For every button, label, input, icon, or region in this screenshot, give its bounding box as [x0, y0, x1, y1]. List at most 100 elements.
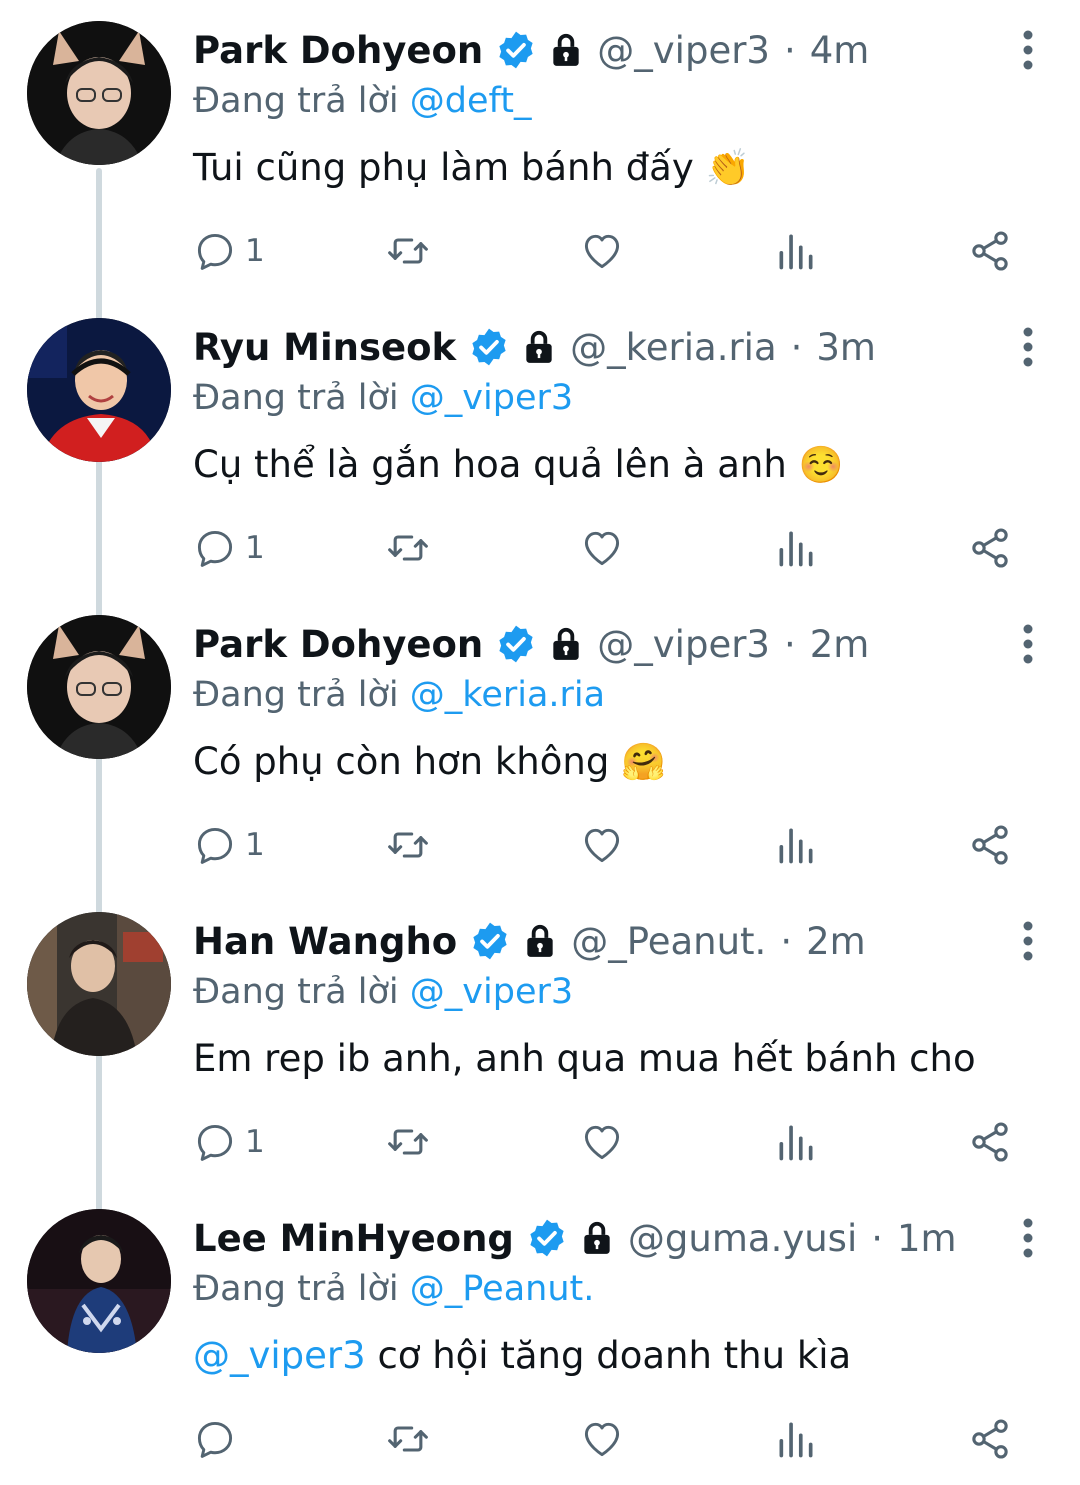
- retweet-icon: [388, 1426, 428, 1452]
- tweet-body: Cụ thể là gắn hoa quả lên à anh: [193, 443, 787, 486]
- reply-prefix: Đang trả lời: [193, 675, 399, 715]
- more-options-icon[interactable]: [1022, 327, 1034, 367]
- retweet-button[interactable]: [386, 228, 430, 274]
- avatar[interactable]: [27, 318, 171, 462]
- reply-count: 1: [245, 530, 265, 566]
- tweet-3[interactable]: Han Wangho @_Peanut. · 2m Đang trả lời @…: [0, 891, 1080, 1188]
- reply-icon: [197, 233, 233, 270]
- tweet-body: Tui cũng phụ làm bánh đấy: [193, 146, 694, 189]
- reply-button[interactable]: 1: [193, 822, 265, 868]
- retweet-button[interactable]: [386, 1119, 430, 1165]
- lock-icon: [527, 924, 553, 957]
- timestamp[interactable]: 3m: [816, 326, 876, 369]
- retweet-icon: [388, 832, 428, 858]
- reply-button[interactable]: [193, 1416, 245, 1462]
- tweet-body: Em rep ib anh, anh qua mua hết bánh cho: [193, 1037, 976, 1080]
- share-button[interactable]: [968, 525, 1012, 571]
- reply-to-mention[interactable]: @_keria.ria: [410, 675, 605, 715]
- reply-to-mention[interactable]: @_Peanut.: [410, 1269, 595, 1309]
- tweet-body: Có phụ còn hơn không: [193, 740, 610, 783]
- avatar[interactable]: [27, 21, 171, 165]
- share-icon: [972, 1419, 1008, 1459]
- reply-count: 1: [245, 1124, 265, 1160]
- verified-badge-icon: [499, 625, 533, 663]
- heart-icon: [584, 531, 620, 566]
- like-button[interactable]: [580, 822, 624, 868]
- reply-button[interactable]: 1: [193, 1119, 265, 1165]
- share-button[interactable]: [968, 1416, 1012, 1462]
- tweet-text: Em rep ib anh, anh qua mua hết bánh cho: [193, 1037, 976, 1080]
- replying-to: Đang trả lời @_viper3: [193, 972, 573, 1012]
- verified-badge-icon: [472, 328, 506, 366]
- share-button[interactable]: [968, 822, 1012, 868]
- reply-icon: [197, 530, 233, 567]
- display-name[interactable]: Park Dohyeon: [193, 29, 483, 72]
- tweet-0[interactable]: Park Dohyeon @_viper3 · 4m Đang trả lời …: [0, 0, 1080, 297]
- display-name[interactable]: Park Dohyeon: [193, 623, 483, 666]
- inline-mention[interactable]: @_viper3: [193, 1334, 366, 1377]
- display-name[interactable]: Ryu Minseok: [193, 326, 456, 369]
- views-button[interactable]: [774, 525, 818, 571]
- user-handle[interactable]: @_viper3: [597, 29, 770, 72]
- share-button[interactable]: [968, 228, 1012, 274]
- lock-icon: [553, 33, 579, 66]
- display-name[interactable]: Han Wangho: [193, 920, 457, 963]
- like-button[interactable]: [580, 1416, 624, 1462]
- like-button[interactable]: [580, 525, 624, 571]
- tweet-text: Tui cũng phụ làm bánh đấy 👏: [193, 146, 750, 189]
- display-name[interactable]: Lee MinHyeong: [193, 1217, 514, 1260]
- reply-to-mention[interactable]: @_viper3: [410, 972, 573, 1012]
- replying-to: Đang trả lời @_keria.ria: [193, 675, 605, 715]
- user-handle[interactable]: @_viper3: [597, 623, 770, 666]
- more-options-icon[interactable]: [1022, 30, 1034, 70]
- user-handle[interactable]: @_keria.ria: [570, 326, 776, 369]
- action-bar: [193, 1416, 1033, 1462]
- tweet-1[interactable]: Ryu Minseok @_keria.ria · 3m Đang trả lờ…: [0, 297, 1080, 594]
- reply-button[interactable]: 1: [193, 228, 265, 274]
- reply-button[interactable]: 1: [193, 525, 265, 571]
- more-options-icon[interactable]: [1022, 921, 1034, 961]
- reply-icon: [197, 1124, 233, 1161]
- separator-dot: ·: [783, 622, 796, 666]
- replying-to: Đang trả lời @_viper3: [193, 378, 573, 418]
- retweet-button[interactable]: [386, 525, 430, 571]
- views-button[interactable]: [774, 822, 818, 868]
- views-button[interactable]: [774, 228, 818, 274]
- analytics-icon: [779, 1422, 813, 1458]
- tweet-2[interactable]: Park Dohyeon @_viper3 · 2m Đang trả lời …: [0, 594, 1080, 891]
- analytics-icon: [779, 531, 813, 567]
- emoji: 👏: [705, 148, 751, 189]
- reply-prefix: Đang trả lời: [193, 1269, 399, 1309]
- more-options-icon[interactable]: [1022, 1218, 1034, 1258]
- action-bar: 1: [193, 525, 1033, 571]
- user-handle[interactable]: @guma.yusi: [628, 1217, 857, 1260]
- reply-to-mention[interactable]: @_viper3: [410, 378, 573, 418]
- more-options-icon[interactable]: [1022, 624, 1034, 664]
- tweet-text: Cụ thể là gắn hoa quả lên à anh ☺️: [193, 443, 843, 486]
- verified-badge-icon: [473, 922, 507, 960]
- share-button[interactable]: [968, 1119, 1012, 1165]
- analytics-icon: [779, 1125, 813, 1161]
- like-button[interactable]: [580, 228, 624, 274]
- tweet-text: @_viper3 cơ hội tăng doanh thu kìa: [193, 1334, 851, 1377]
- separator-dot: ·: [783, 28, 796, 72]
- user-handle[interactable]: @_Peanut.: [571, 920, 766, 963]
- like-button[interactable]: [580, 1119, 624, 1165]
- views-button[interactable]: [774, 1416, 818, 1462]
- heart-icon: [584, 234, 620, 269]
- avatar[interactable]: [27, 912, 171, 1056]
- timestamp[interactable]: 1m: [897, 1217, 957, 1260]
- timestamp[interactable]: 4m: [810, 29, 870, 72]
- lock-icon: [584, 1221, 610, 1254]
- lock-icon: [553, 627, 579, 660]
- avatar[interactable]: [27, 615, 171, 759]
- views-button[interactable]: [774, 1119, 818, 1165]
- reply-to-mention[interactable]: @deft_: [410, 81, 532, 121]
- tweet-4[interactable]: Lee MinHyeong @guma.yusi · 1m Đang trả l…: [0, 1188, 1080, 1485]
- reply-prefix: Đang trả lời: [193, 378, 399, 418]
- avatar[interactable]: [27, 1209, 171, 1353]
- timestamp[interactable]: 2m: [810, 623, 870, 666]
- retweet-button[interactable]: [386, 1416, 430, 1462]
- timestamp[interactable]: 2m: [806, 920, 866, 963]
- retweet-button[interactable]: [386, 822, 430, 868]
